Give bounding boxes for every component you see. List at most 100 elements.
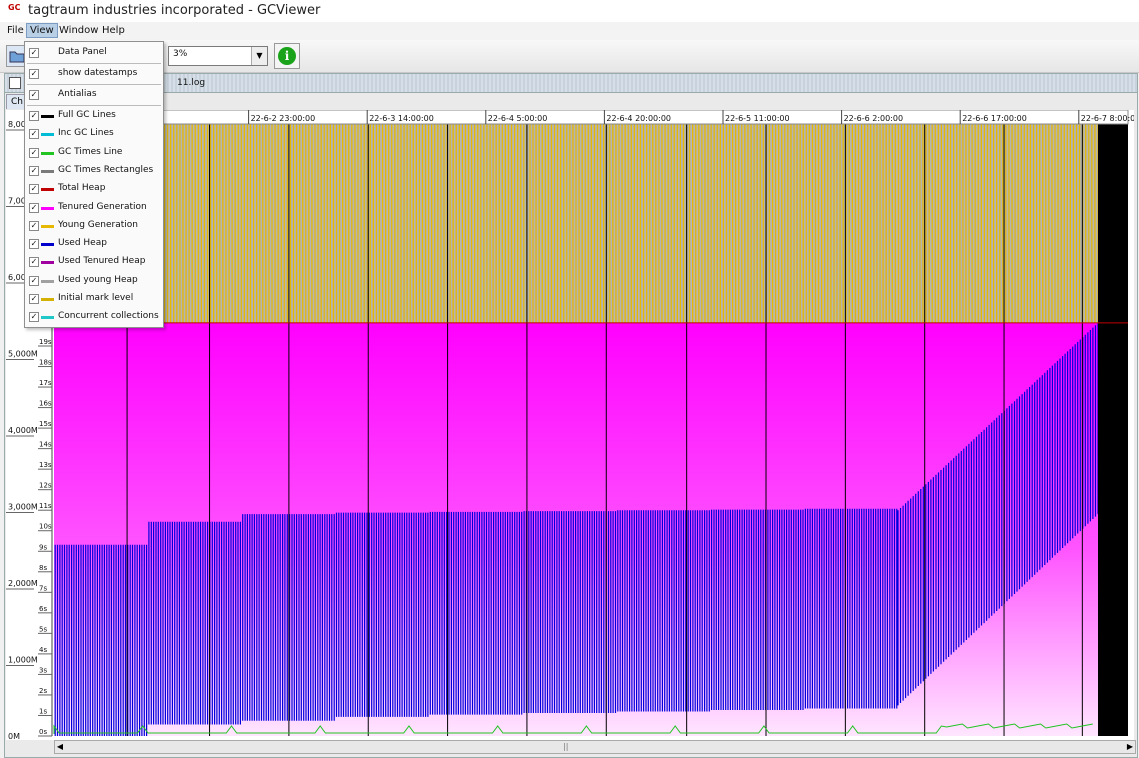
time-axis-label: 22-6-4 5:00:00 xyxy=(488,114,548,123)
seconds-axis-label: 0s xyxy=(39,728,47,736)
checkbox-icon[interactable]: ✓ xyxy=(29,184,39,195)
view-menu-item[interactable]: ✓ Total Heap xyxy=(25,180,163,198)
seconds-axis-label: 7s xyxy=(39,584,47,592)
view-menu-item-label: Antialias xyxy=(58,89,97,99)
document-titlebar: 11.log xyxy=(5,74,1137,93)
view-menu-item-label: Data Panel xyxy=(58,47,107,57)
seconds-axis-label: 10s xyxy=(39,523,52,531)
checkbox-icon[interactable]: ✓ xyxy=(29,312,39,323)
time-axis-label: 22-6-5 11:00:00 xyxy=(725,114,790,123)
view-menu-item[interactable]: ✓ Used Tenured Heap xyxy=(25,253,163,271)
view-menu-item-label: GC Times Line xyxy=(58,146,123,157)
color-swatch xyxy=(41,298,54,301)
info-icon: i xyxy=(278,47,296,65)
checkbox-icon[interactable]: ✓ xyxy=(29,69,39,79)
checkbox-icon[interactable]: ✓ xyxy=(29,275,39,286)
checkbox-icon[interactable]: ✓ xyxy=(29,165,39,176)
seconds-axis-label: 17s xyxy=(39,379,52,387)
menu-file[interactable]: File xyxy=(4,24,27,37)
window-titlebar: GC tagtraum industries incorporated - GC… xyxy=(0,0,1139,22)
menubar: File View Window Help xyxy=(0,22,1139,40)
view-menu-item[interactable]: ✓ Used Heap xyxy=(25,235,163,253)
seconds-axis-label: 1s xyxy=(39,707,47,715)
view-menu-item[interactable]: ✓ GC Times Rectangles xyxy=(25,162,163,180)
view-menu-item-label: Full GC Lines xyxy=(58,110,116,120)
memory-axis-label: 0M xyxy=(8,732,20,740)
seconds-axis-label: 19s xyxy=(39,338,52,346)
color-swatch xyxy=(41,261,54,265)
seconds-axis-label: 13s xyxy=(39,461,52,469)
seconds-axis-label: 9s xyxy=(39,543,47,551)
view-menu-item-label: Young Generation xyxy=(58,219,138,230)
about-button[interactable]: i xyxy=(274,43,300,69)
view-menu-dropdown: ✓ Data Panel ✓ show datestamps ✓ Antialias ✓ Fu… xyxy=(24,41,164,328)
menu-help[interactable]: Help xyxy=(99,24,128,37)
color-swatch xyxy=(41,279,54,283)
view-menu-item[interactable]: ✓ Tenured Generation xyxy=(25,199,163,217)
seconds-axis-label: 6s xyxy=(39,605,47,613)
time-axis-label: 22-6-3 14:00:00 xyxy=(369,114,434,123)
view-menu-item[interactable]: ✓ Inc GC Lines xyxy=(25,125,163,143)
horizontal-scrollbar[interactable]: ◀ || ▶ xyxy=(54,740,1136,754)
document-icon xyxy=(9,77,21,89)
checkbox-icon[interactable]: ✓ xyxy=(29,202,39,213)
view-menu-item[interactable]: ✓ Used young Heap xyxy=(25,272,163,290)
time-axis-label: 22-6-7 8:00:00 xyxy=(1081,114,1134,123)
checkbox-icon[interactable]: ✓ xyxy=(29,220,39,231)
checkbox-icon[interactable]: ✓ xyxy=(29,90,39,100)
color-swatch xyxy=(41,151,54,155)
memory-axis-label: 2,000M xyxy=(8,579,38,588)
view-menu-item[interactable]: ✓ Full GC Lines xyxy=(25,107,163,125)
time-axis-label: 22-6-2 23:00:00 xyxy=(251,114,316,123)
color-swatch xyxy=(41,243,54,247)
color-swatch xyxy=(41,224,54,228)
seconds-axis-label: 16s xyxy=(39,400,52,408)
menu-window[interactable]: Window xyxy=(56,24,101,37)
checkbox-icon[interactable]: ✓ xyxy=(29,129,39,140)
checkbox-icon[interactable]: ✓ xyxy=(29,147,39,158)
view-menu-item[interactable]: ✓ Data Panel xyxy=(25,44,163,62)
seconds-axis-label: 12s xyxy=(39,482,52,490)
menu-view[interactable]: View xyxy=(26,23,58,38)
menu-separator xyxy=(27,84,161,85)
menu-separator xyxy=(27,63,161,64)
zoom-select[interactable]: 3% ▼ xyxy=(168,46,268,66)
checkbox-icon[interactable]: ✓ xyxy=(29,294,39,304)
checkbox-icon[interactable]: ✓ xyxy=(29,48,39,58)
seconds-axis-label: 11s xyxy=(39,502,52,510)
view-menu-item[interactable]: ✓ show datestamps xyxy=(25,65,163,83)
view-menu-item[interactable]: ✓ GC Times Line xyxy=(25,144,163,162)
time-axis-label: 22-6-4 20:00:00 xyxy=(606,114,671,123)
chevron-down-icon[interactable]: ▼ xyxy=(251,47,267,65)
memory-axis-label: 5,000M xyxy=(8,350,38,359)
scroll-thumb-grip[interactable]: || xyxy=(563,742,568,751)
seconds-axis-label: 15s xyxy=(39,420,52,428)
checkbox-icon[interactable]: ✓ xyxy=(29,257,39,268)
view-menu-item-label: GC Times Rectangles xyxy=(58,164,154,175)
end-black-region xyxy=(1098,116,1128,737)
checkbox-icon[interactable]: ✓ xyxy=(29,239,39,250)
memory-axis-label: 3,000M xyxy=(8,503,38,512)
checkbox-icon[interactable]: ✓ xyxy=(29,111,39,121)
seconds-axis-label: 14s xyxy=(39,441,52,449)
color-swatch xyxy=(41,133,54,137)
view-menu-item[interactable]: ✓ Concurrent collections xyxy=(25,308,163,326)
zoom-value: 3% xyxy=(173,49,188,59)
scroll-left-icon[interactable]: ◀ xyxy=(55,741,65,753)
toolbar: 3% ▼ i xyxy=(0,40,1139,73)
view-menu-item-label: Inc GC Lines xyxy=(58,128,114,139)
gcviewer-app-icon: GC xyxy=(8,3,21,12)
view-menu-item-label: show datestamps xyxy=(58,68,138,78)
document-title: 11.log xyxy=(177,78,206,88)
seconds-axis-label: 2s xyxy=(39,687,47,695)
view-menu-item[interactable]: ✓ Young Generation xyxy=(25,217,163,235)
view-menu-item-label: Total Heap xyxy=(58,183,106,194)
seconds-axis-label: 5s xyxy=(39,625,47,633)
gc-chart: 0:0022-6-2 23:00:0022-6-3 14:00:0022-6-4… xyxy=(6,110,1134,740)
view-menu-item[interactable]: ✓ Antialias xyxy=(25,86,163,104)
view-menu-item-label: Concurrent collections xyxy=(58,311,159,322)
scroll-right-icon[interactable]: ▶ xyxy=(1125,741,1135,753)
menu-separator xyxy=(27,105,161,106)
view-menu-item[interactable]: ✓ Initial mark level xyxy=(25,290,163,308)
seconds-axis-label: 18s xyxy=(39,359,52,367)
